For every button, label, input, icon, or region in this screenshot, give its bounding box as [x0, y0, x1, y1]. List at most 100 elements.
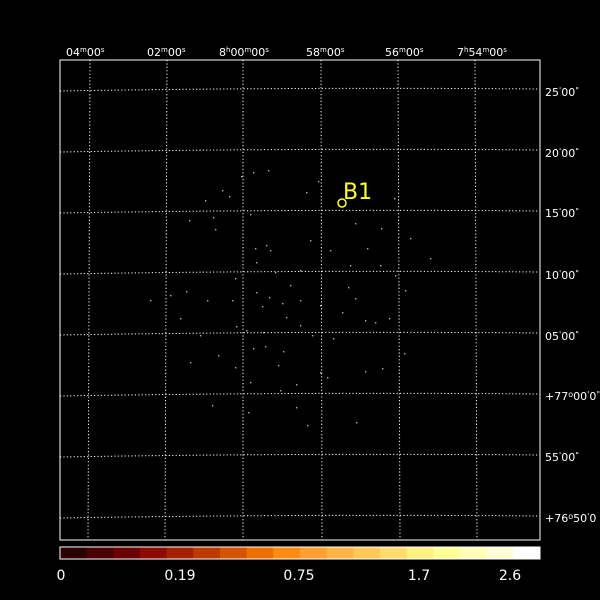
photon-event [365, 371, 367, 373]
photon-event [300, 270, 302, 272]
dec-label-3: 15'00" [545, 207, 579, 220]
photon-event [235, 367, 237, 369]
photon-event [189, 220, 191, 222]
photon-event [256, 262, 258, 264]
photon-event [212, 405, 214, 407]
photon-event [229, 196, 231, 198]
photon-event [350, 265, 352, 267]
photon-event [355, 223, 357, 225]
photon-event [222, 190, 224, 192]
photon-event [342, 312, 344, 314]
photon-event [307, 425, 309, 427]
colorbar-swatch [140, 547, 168, 559]
photon-event [312, 335, 314, 337]
photon-event [250, 382, 252, 384]
dec-label-4: 10'00" [545, 269, 579, 282]
sky-image-panel: 04m00s 02m00s 8h00m00s 58m00s 56m00s 7h5… [0, 0, 600, 600]
photon-event [404, 353, 406, 355]
photon-event [382, 368, 384, 370]
photon-event [310, 240, 312, 242]
photon-event [290, 285, 292, 287]
colorbar [60, 547, 541, 559]
photon-event [248, 412, 250, 414]
photon-event [215, 229, 217, 231]
photon-event [283, 351, 285, 353]
photon-event [150, 300, 152, 302]
photon-event [207, 300, 209, 302]
photon-event [286, 317, 288, 319]
photon-event [300, 325, 302, 327]
photon-event [282, 303, 284, 305]
photon-event [205, 200, 207, 202]
colorbar-swatch [220, 547, 248, 559]
photon-event [296, 407, 298, 409]
photon-event [356, 422, 358, 424]
dec-label-6: +77o00'0" [545, 390, 600, 403]
photon-event [250, 214, 252, 216]
photon-event [170, 295, 172, 297]
photon-event [333, 338, 335, 340]
photon-event [253, 348, 255, 350]
photon-event [380, 265, 382, 267]
photon-event [375, 322, 377, 324]
photon-event [256, 292, 258, 294]
colorbar-swatch [513, 547, 541, 559]
photon-event [266, 245, 268, 247]
photon-event [218, 355, 220, 357]
colorbar-swatch [273, 547, 301, 559]
colorbar-tick-label: 0.19 [164, 568, 195, 584]
dec-label-7: 55'00" [545, 451, 579, 464]
photon-event [236, 326, 238, 328]
photon-event [232, 300, 234, 302]
photon-event [213, 217, 215, 219]
dec-label-5: 05'00" [545, 330, 579, 343]
photon-event [268, 170, 270, 172]
colorbar-swatch [113, 547, 141, 559]
colorbar-swatch [300, 547, 328, 559]
photon-event [330, 250, 332, 252]
colorbar-swatch [380, 547, 408, 559]
photon-event [410, 238, 412, 240]
photon-event [381, 228, 383, 230]
photon-event [348, 287, 350, 289]
colorbar-tick-label: 0 [57, 568, 66, 584]
photon-event [186, 291, 188, 293]
photon-event [190, 362, 192, 364]
colorbar-swatch [326, 547, 354, 559]
photon-event [200, 335, 202, 337]
photon-event [253, 172, 255, 174]
photon-event [327, 377, 329, 379]
photon-event [241, 176, 243, 178]
photon-event [318, 181, 320, 183]
colorbar-swatch [60, 547, 88, 559]
photon-event [367, 248, 369, 250]
source-marker[interactable]: B1 [337, 180, 372, 208]
colorbar-tick-label: 0.75 [283, 568, 314, 584]
photon-event [275, 272, 277, 274]
colorbar-swatch [353, 547, 381, 559]
colorbar-swatch [433, 547, 461, 559]
photon-event [269, 297, 271, 299]
photon-event [180, 318, 182, 320]
colorbar-tick-label: 2.6 [499, 568, 521, 584]
photon-event [246, 330, 248, 332]
photon-event [278, 365, 280, 367]
colorbar-swatch [193, 547, 221, 559]
photon-event [355, 298, 357, 300]
colorbar-tick-label: 1.7 [408, 568, 430, 584]
colorbar-swatch [460, 547, 488, 559]
photon-event [394, 198, 396, 200]
source-label: B1 [343, 180, 372, 205]
photon-event [235, 278, 237, 280]
colorbar-swatch [246, 547, 274, 559]
colorbar-swatch [406, 547, 434, 559]
dec-label-2: 20'00" [545, 147, 579, 160]
photon-event [365, 320, 367, 322]
photon-event [300, 300, 302, 302]
colorbar-swatch [166, 547, 194, 559]
photon-event [395, 275, 397, 277]
photon-event [255, 248, 257, 250]
photon-event [296, 384, 298, 386]
photon-event [306, 192, 308, 194]
photon-event [265, 346, 267, 348]
